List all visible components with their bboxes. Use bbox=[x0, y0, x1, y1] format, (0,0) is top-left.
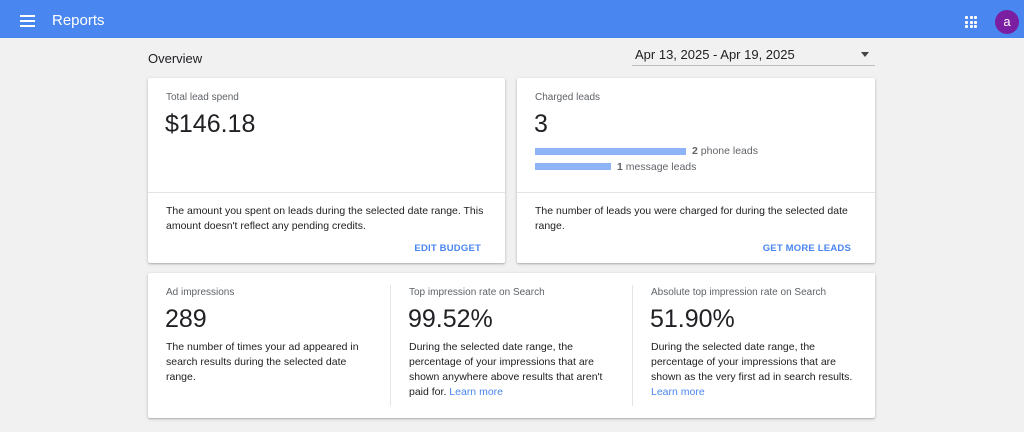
hamburger-menu-icon[interactable] bbox=[20, 15, 35, 27]
top-impression-rate-text: During the selected date range, the perc… bbox=[409, 341, 603, 398]
date-range-dropdown[interactable]: Apr 13, 2025 - Apr 19, 2025 bbox=[632, 44, 875, 66]
top-impression-rate-label: Top impression rate on Search bbox=[409, 287, 545, 298]
apps-grid-icon[interactable] bbox=[965, 16, 977, 28]
charged-leads-card: Charged leads 3 2 phone leads 1 message … bbox=[517, 78, 875, 263]
ad-impressions-value: 289 bbox=[165, 305, 207, 333]
message-leads-bar bbox=[535, 163, 611, 170]
ad-impressions-metric: Ad impressions 289 The number of times y… bbox=[148, 273, 390, 418]
message-leads-label: 1 message leads bbox=[617, 161, 696, 173]
phone-leads-count: 2 bbox=[692, 145, 698, 157]
top-impression-rate-value: 99.52% bbox=[408, 305, 493, 333]
message-leads-text: message leads bbox=[625, 161, 697, 173]
app-bar: Reports a bbox=[0, 0, 1024, 38]
absolute-top-impression-rate-description: During the selected date range, the perc… bbox=[651, 340, 861, 400]
phone-leads-text: phone leads bbox=[700, 145, 758, 157]
phone-leads-label: 2 phone leads bbox=[692, 145, 758, 157]
absolute-top-impression-rate-value: 51.90% bbox=[650, 305, 735, 333]
lead-spend-description: The amount you spent on leads during the… bbox=[166, 205, 484, 232]
edit-budget-button[interactable]: EDIT BUDGET bbox=[414, 243, 481, 254]
ad-impressions-label: Ad impressions bbox=[166, 287, 235, 298]
top-impression-rate-metric: Top impression rate on Search 99.52% Dur… bbox=[391, 273, 632, 418]
lead-spend-label: Total lead spend bbox=[166, 92, 239, 103]
get-more-leads-button[interactable]: GET MORE LEADS bbox=[763, 243, 851, 254]
avatar[interactable]: a bbox=[995, 10, 1019, 34]
date-range-value: Apr 13, 2025 - Apr 19, 2025 bbox=[635, 47, 795, 62]
top-impression-rate-description: During the selected date range, the perc… bbox=[409, 340, 619, 400]
lead-spend-card: Total lead spend $146.18 The amount you … bbox=[148, 78, 505, 263]
charged-leads-value: 3 bbox=[534, 110, 548, 138]
absolute-top-impression-rate-metric: Absolute top impression rate on Search 5… bbox=[633, 273, 875, 418]
ad-impressions-description: The number of times your ad appeared in … bbox=[166, 341, 359, 383]
charged-leads-label: Charged leads bbox=[535, 92, 601, 103]
phone-leads-bar bbox=[535, 148, 686, 155]
absolute-top-impression-rate-text: During the selected date range, the perc… bbox=[651, 341, 853, 383]
card-divider bbox=[148, 192, 505, 193]
learn-more-link[interactable]: Learn more bbox=[449, 386, 503, 398]
message-leads-count: 1 bbox=[617, 161, 623, 173]
lead-spend-value: $146.18 bbox=[165, 110, 256, 138]
card-divider bbox=[517, 192, 875, 193]
app-title: Reports bbox=[52, 12, 105, 29]
metrics-card: Ad impressions 289 The number of times y… bbox=[148, 273, 875, 418]
page-title: Overview bbox=[148, 51, 203, 66]
absolute-top-impression-rate-label: Absolute top impression rate on Search bbox=[651, 287, 827, 298]
caret-down-icon bbox=[861, 52, 869, 57]
charged-leads-description: The number of leads you were charged for… bbox=[535, 205, 848, 232]
learn-more-link[interactable]: Learn more bbox=[651, 386, 705, 398]
